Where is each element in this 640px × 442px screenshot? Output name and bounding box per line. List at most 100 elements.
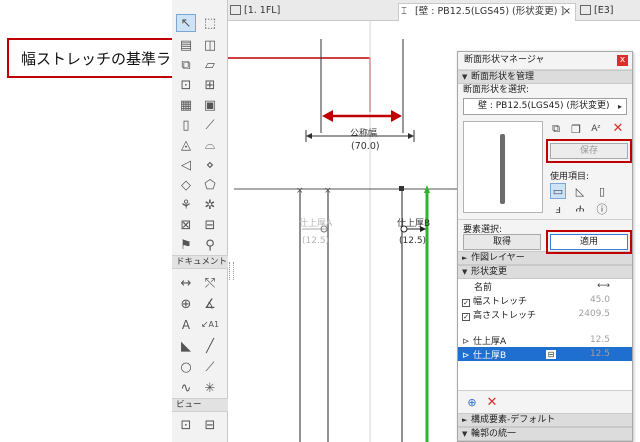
- add-offset-icon[interactable]: ⊕: [464, 394, 480, 410]
- checkbox-icon[interactable]: ✓: [462, 312, 470, 321]
- duplicate-profile-icon[interactable]: ❐: [568, 121, 584, 137]
- roof-tool-icon[interactable]: ◬: [176, 136, 196, 154]
- view-section-header[interactable]: ビュー: [172, 398, 228, 412]
- finish-a-value: (12.5): [302, 236, 330, 246]
- section-work-layer-label: 作図レイヤー: [471, 253, 525, 263]
- node-mark: ×: [296, 186, 304, 196]
- slab-tool-icon[interactable]: ▱: [200, 56, 220, 74]
- use-beam-icon[interactable]: ◺: [572, 183, 588, 199]
- document-section-header[interactable]: ドキュメント: [172, 255, 228, 269]
- stretch-arrow-right-head: [391, 110, 402, 122]
- use-column-icon[interactable]: ▯: [594, 183, 610, 199]
- rename-profile-icon[interactable]: Aᶻ: [588, 121, 604, 137]
- polyline-tool-icon[interactable]: ⟋: [200, 358, 220, 376]
- profile-preview-shape: [500, 134, 505, 204]
- panel-title-bar[interactable]: 断面形状マネージャ x: [458, 52, 632, 70]
- nominal-width-value: (70.0): [351, 141, 380, 152]
- row-value: 12.5: [589, 335, 610, 345]
- section-component-default-label: 構成要素-デフォルト: [471, 415, 556, 425]
- delete-profile-icon[interactable]: ✕: [610, 120, 626, 136]
- beam-tool-icon[interactable]: ⧉: [176, 56, 196, 74]
- fill-2d-tool-icon[interactable]: ◣: [176, 337, 196, 355]
- section-tool-icon[interactable]: ⊡: [176, 416, 196, 434]
- tab-floor-plan[interactable]: [1. 1FL]: [228, 3, 378, 21]
- column-tool-icon[interactable]: ◫: [200, 36, 220, 54]
- elevation-tool-icon[interactable]: ⊟: [200, 416, 220, 434]
- table-row[interactable]: ⊳ 仕上厚A 12.5: [458, 333, 632, 347]
- collapse-arrow-icon: ▼: [462, 430, 468, 438]
- dimension-tool-icon[interactable]: ↔: [176, 274, 196, 292]
- level-dimension-tool-icon[interactable]: ⤲: [200, 274, 220, 292]
- node-square: [399, 186, 404, 191]
- flag-tool-icon[interactable]: ⚑: [176, 236, 196, 254]
- pin-tool-icon[interactable]: ⚲: [200, 236, 220, 254]
- profile-select-value: 壁 : PB12.5(LGS45) (形状変更): [478, 101, 610, 111]
- section-shape-change-label: 形状変更: [471, 267, 508, 277]
- panel-close-icon[interactable]: x: [617, 55, 628, 66]
- hotspot-tool-icon[interactable]: ✳: [200, 379, 220, 397]
- remove-offset-icon[interactable]: ✕: [484, 394, 500, 410]
- circle-tool-icon[interactable]: ○: [176, 358, 196, 376]
- line-tool-icon[interactable]: ╱: [200, 337, 220, 355]
- lamp-tool-icon[interactable]: ⚘: [176, 196, 196, 214]
- table-row[interactable]: ✓ 幅ストレッチ 45.0: [458, 293, 632, 307]
- section-shape-change[interactable]: ▼ 形状変更: [458, 265, 632, 279]
- tab-profile-editor-label: [壁 : PB12.5(LGS45) (形状変更) ]: [415, 6, 565, 17]
- wall-tool-icon[interactable]: ▤: [176, 36, 196, 54]
- nominal-dim-arrow-right: [408, 133, 414, 139]
- spline-tool-icon[interactable]: ∿: [176, 379, 196, 397]
- shell-tool-icon[interactable]: ⌓: [200, 136, 220, 154]
- list-actions: ⊕ ✕: [458, 391, 632, 413]
- table-row-selected[interactable]: ⊳ 仕上厚B ⊟ 12.5: [458, 347, 632, 361]
- sun-tool-icon[interactable]: ✲: [200, 196, 220, 214]
- section-manage-profile[interactable]: ▼ 断面形状を管理: [458, 70, 632, 84]
- railing-tool-icon[interactable]: ⟋: [200, 116, 220, 134]
- arrow-tool-icon[interactable]: ↖: [176, 14, 196, 32]
- fill-tool-icon[interactable]: ⊠: [176, 216, 196, 234]
- tab-elevation[interactable]: [E3]: [578, 3, 638, 21]
- expand-arrow-icon: ►: [462, 254, 468, 262]
- finish-a-label: 仕上厚A: [299, 219, 333, 229]
- skylight-tool-icon[interactable]: ◁: [176, 156, 196, 174]
- object-tool-icon[interactable]: ▣: [200, 96, 220, 114]
- section-outline-unify-label: 輪郭の統一: [471, 429, 517, 439]
- door-tool-icon[interactable]: ⊡: [176, 76, 196, 94]
- window-tool-icon[interactable]: ⊞: [200, 76, 220, 94]
- stretch-arrow-left-head: [322, 110, 333, 122]
- use-object-icon[interactable]: ሐ: [572, 201, 588, 217]
- tab-close-icon[interactable]: ×: [563, 4, 571, 20]
- profile-manager-panel: 断面形状マネージャ x ▼ 断面形状を管理 断面形状を選択: 壁 : PB12.5…: [457, 51, 633, 442]
- profile-select-dropdown[interactable]: 壁 : PB12.5(LGS45) (形状変更) ▸: [463, 98, 627, 115]
- radial-dimension-tool-icon[interactable]: ⊕: [176, 295, 196, 313]
- info-icon[interactable]: ⓘ: [594, 201, 610, 217]
- angle-dimension-tool-icon[interactable]: ∡: [200, 295, 220, 313]
- dimension-column-icon: ⟷: [597, 281, 610, 291]
- get-button[interactable]: 取得: [463, 234, 541, 250]
- text-tool-icon[interactable]: A: [176, 316, 196, 334]
- row-name: 仕上厚A: [473, 336, 507, 347]
- zone-tool-icon[interactable]: ⬠: [200, 176, 220, 194]
- tab-profile-editor[interactable]: ⌶ [壁 : PB12.5(LGS45) (形状変更) ] ×: [398, 3, 576, 21]
- figure-tool-icon[interactable]: ⊟: [200, 216, 220, 234]
- drawing-canvas[interactable]: × ×: [234, 21, 460, 442]
- offset-toggle-icon[interactable]: ⊟: [545, 349, 557, 359]
- use-railing-icon[interactable]: ⅎ: [550, 201, 566, 217]
- table-row[interactable]: ✓ 高さストレッチ 2409.5: [458, 307, 632, 321]
- row-name: 幅ストレッチ: [473, 296, 528, 307]
- stair-tool-icon[interactable]: ▯: [176, 116, 196, 134]
- section-component-default[interactable]: ► 構成要素-デフォルト: [458, 413, 632, 427]
- new-profile-icon[interactable]: ⧉: [548, 121, 564, 137]
- morph-tool-icon[interactable]: ◇: [176, 176, 196, 194]
- mesh-tool-icon[interactable]: ⋄: [200, 156, 220, 174]
- row-value[interactable]: 12.5: [560, 347, 632, 361]
- label-tool-icon[interactable]: ↙ A1: [200, 316, 220, 334]
- use-wall-icon[interactable]: ▭: [550, 183, 566, 199]
- checkbox-icon[interactable]: ✓: [462, 298, 470, 307]
- node-mark: ×: [324, 186, 332, 196]
- marquee-tool-icon[interactable]: ⬚: [200, 14, 220, 32]
- table-header-row: 名前 ⟷: [458, 279, 632, 293]
- section-outline-unify[interactable]: ▼ 輪郭の統一: [458, 427, 632, 441]
- curtain-wall-tool-icon[interactable]: ▦: [176, 96, 196, 114]
- panel-title: 断面形状マネージャ: [464, 55, 545, 65]
- expand-arrow-icon: ►: [462, 416, 468, 424]
